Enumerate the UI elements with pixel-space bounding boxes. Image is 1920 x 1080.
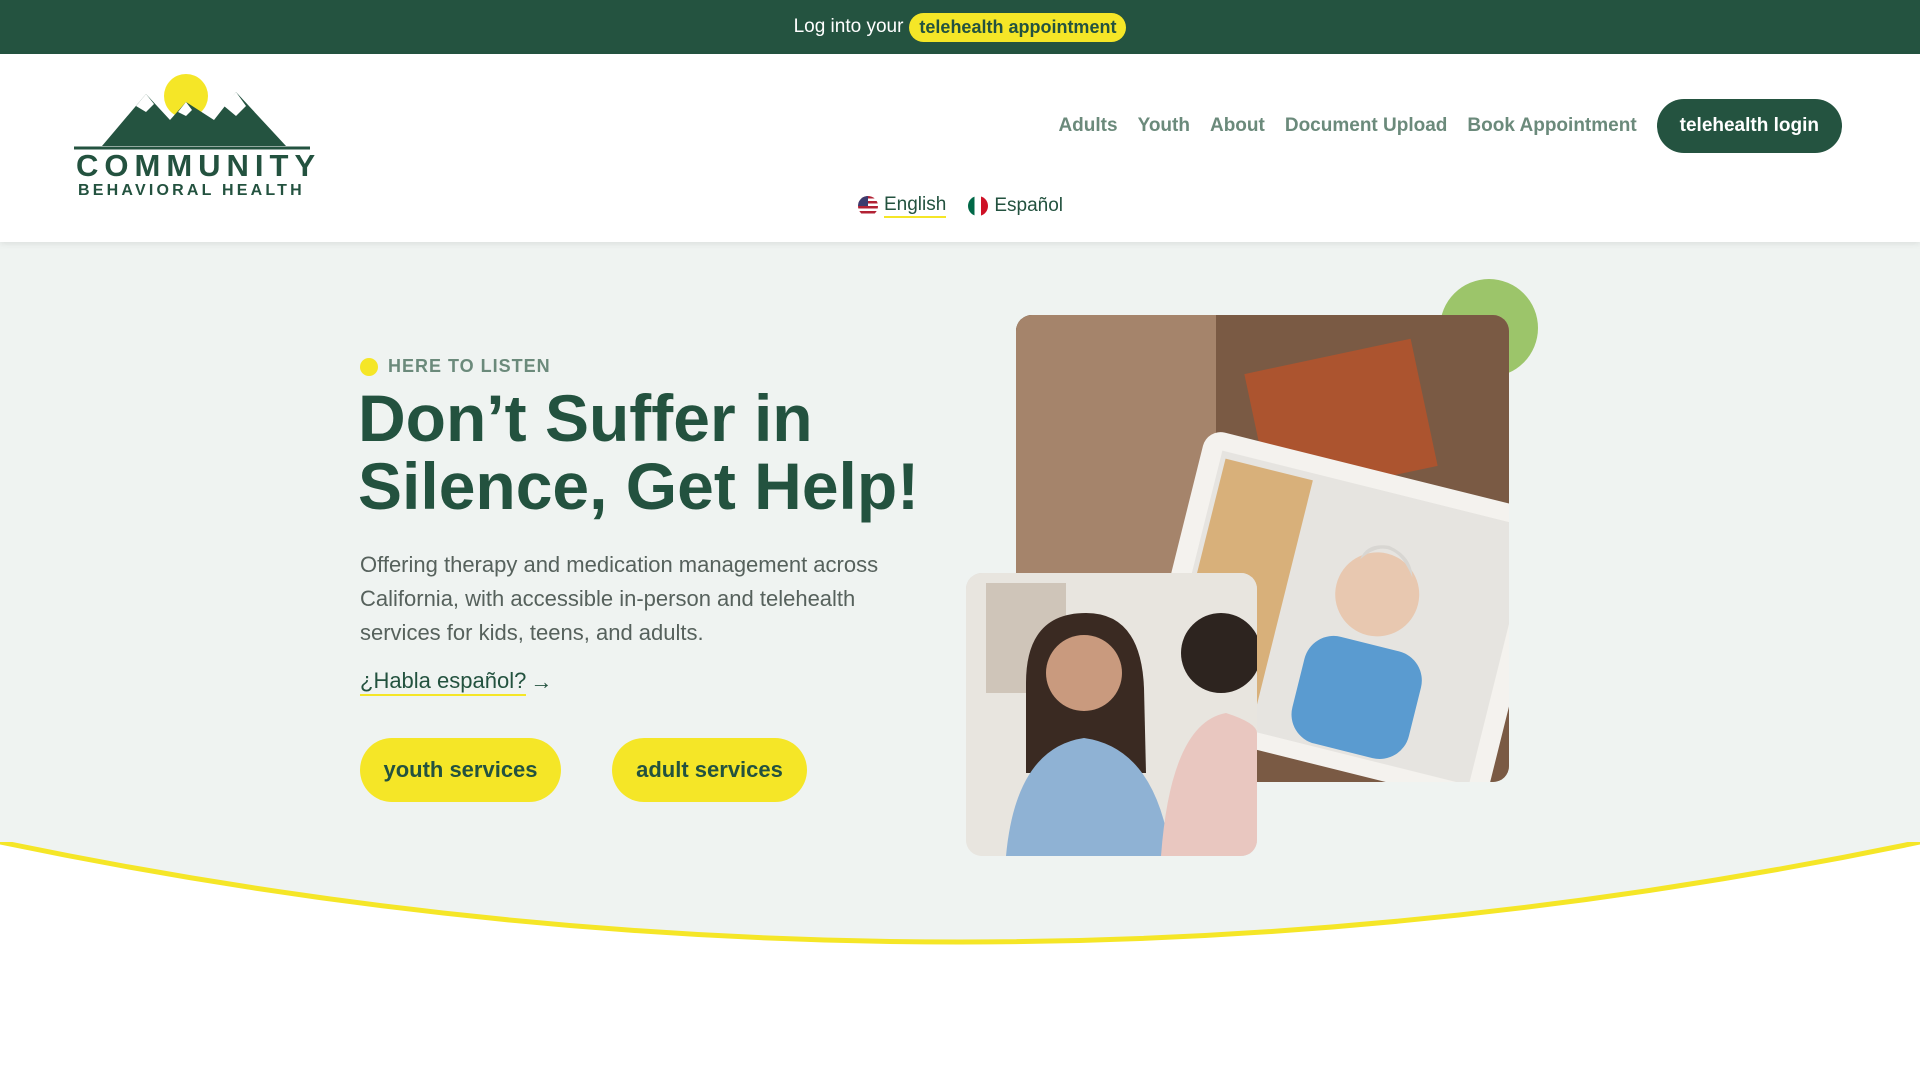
language-label: Español xyxy=(994,195,1063,216)
nav-item-adults[interactable]: Adults xyxy=(1058,115,1117,137)
language-label: English xyxy=(884,194,947,218)
logo[interactable]: COMMUNITY BEHAVIORAL HEALTH xyxy=(74,72,315,202)
logo-wordmark-secondary: BEHAVIORAL HEALTH xyxy=(78,182,305,199)
yellow-dot-icon xyxy=(360,357,378,376)
language-option-english[interactable]: English xyxy=(858,194,947,218)
nav-item-document-upload[interactable]: Document Upload xyxy=(1285,115,1448,137)
mountain-sun-icon xyxy=(74,74,310,150)
hero-description: Offering therapy and medication manageme… xyxy=(360,552,879,645)
language-option-spanish[interactable]: Español xyxy=(968,195,1063,217)
main-nav: Adults Youth About Document Upload Book … xyxy=(1058,99,1842,153)
nav-item-youth[interactable]: Youth xyxy=(1138,115,1190,137)
hero-eyebrow: HERE TO LISTEN xyxy=(360,356,551,377)
therapy-illustration xyxy=(966,573,1257,856)
hero-curve-divider xyxy=(0,842,1920,982)
therapy-session-photo xyxy=(966,573,1257,856)
site-header: COMMUNITY BEHAVIORAL HEALTH Adults Youth… xyxy=(0,54,1920,242)
logo-wordmark-primary: COMMUNITY xyxy=(76,148,322,183)
mexico-flag-icon xyxy=(968,196,989,216)
nav-item-about[interactable]: About xyxy=(1210,115,1265,137)
spanish-link[interactable]: ¿Habla español? → xyxy=(360,668,552,696)
nav-item-book-appointment[interactable]: Book Appointment xyxy=(1467,115,1636,137)
arrow-right-icon: → xyxy=(530,669,553,694)
hero-headline: Don’t Suffer in Silence, Get Help! xyxy=(358,381,920,523)
adult-services-button[interactable]: adult services xyxy=(612,738,807,802)
announcement-text: Log into your xyxy=(793,16,904,37)
hero-eyebrow-text: HERE TO LISTEN xyxy=(388,356,551,376)
spanish-link-label: ¿Habla español? xyxy=(360,668,527,696)
us-flag-icon xyxy=(858,196,878,216)
telehealth-login-button[interactable]: telehealth login xyxy=(1656,99,1842,153)
language-switcher: English Español xyxy=(858,194,1063,218)
youth-services-button[interactable]: youth services xyxy=(360,738,561,802)
hero-section: HERE TO LISTEN Don’t Suffer in Silence, … xyxy=(0,242,1920,982)
announcement-bar: Log into your telehealth appointment xyxy=(0,0,1920,54)
telehealth-appointment-link[interactable]: telehealth appointment xyxy=(909,12,1127,42)
